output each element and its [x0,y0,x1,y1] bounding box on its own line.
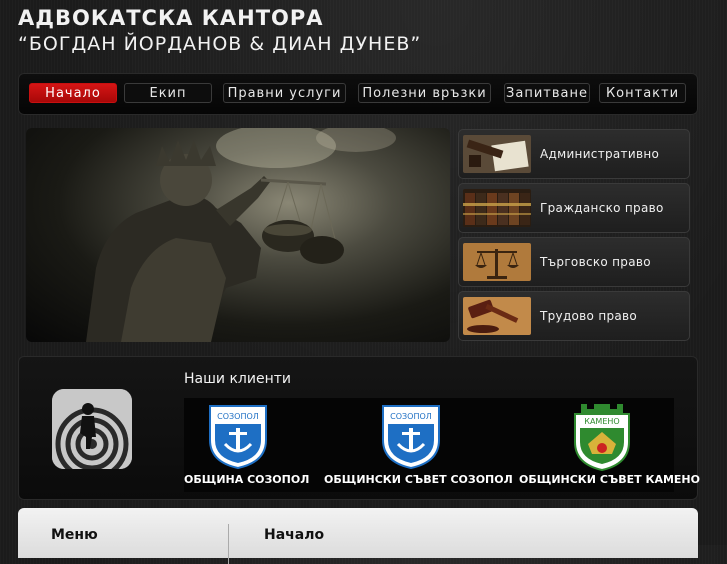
clients-strip: СОЗОПОЛ ОБЩИНА СОЗОПОЛ СОЗОПОЛ ОБЩИНСКИ … [184,398,700,492]
nav-contacts[interactable]: Контакти [599,83,686,103]
nav-team[interactable]: Екип [124,83,212,103]
category-label: Търговско право [540,255,651,269]
category-labor-law[interactable]: Трудово право [458,291,690,341]
sozopol-crest-icon: СОЗОПОЛ [382,405,440,470]
svg-text:СОЗОПОЛ: СОЗОПОЛ [390,412,432,421]
client-kameno-council[interactable]: КАМЕНО ОБЩИНСКИ СЪВЕТ КАМЕНО [519,398,700,492]
sozopol-crest-icon: СОЗОПОЛ [209,405,267,470]
kameno-crest-icon: КАМЕНО [574,404,630,472]
page-heading: Начало [264,527,325,543]
site-title: АДВОКАТСКА КАНТОРА [18,6,324,30]
hero-lady-justice-image [26,128,450,342]
nav-home[interactable]: Начало [29,83,117,103]
client-sozopol-council[interactable]: СОЗОПОЛ ОБЩИНСКИ СЪВЕТ СОЗОПОЛ [324,398,513,492]
category-label: Гражданско право [540,201,664,215]
document-gavel-icon [463,135,531,173]
category-civil-law[interactable]: Гражданско право [458,183,690,233]
category-commercial-law[interactable]: Търговско право [458,237,690,287]
scales-icon [463,243,531,281]
law-books-icon [463,189,531,227]
category-label: Трудово право [540,309,638,323]
divider [228,524,229,564]
client-sozopol-municipality[interactable]: СОЗОПОЛ ОБЩИНА СОЗОПОЛ [184,398,310,492]
client-caption: ОБЩИНСКИ СЪВЕТ КАМЕНО [519,473,700,486]
nav-inquiry[interactable]: Запитване [504,83,590,103]
nav-legal-services[interactable]: Правни услуги [223,83,346,103]
category-label: Административно право [540,147,660,211]
main-nav: Начало Екип Правни услуги Полезни връзки… [18,73,698,115]
client-caption: ОБЩИНА СОЗОПОЛ [184,473,310,486]
clients-title: Наши клиенти [184,371,291,387]
category-administrative-law[interactable]: Административно право [458,129,690,211]
gavel-icon [463,297,531,335]
target-figure-icon [52,389,132,469]
sidebar-menu-heading: Меню [51,527,98,543]
nav-useful-links[interactable]: Полезни връзки [358,83,491,103]
client-caption: ОБЩИНСКИ СЪВЕТ СОЗОПОЛ [324,473,513,486]
site-header: АДВОКАТСКА КАНТОРА “БОГДАН ЙОРДАНОВ & ДИ… [18,8,421,54]
svg-text:КАМЕНО: КАМЕНО [584,417,619,426]
content-panel: Меню Начало [18,508,698,564]
site-subtitle: “БОГДАН ЙОРДАНОВ & ДИАН ДУНЕВ” [18,33,422,55]
clients-section: Наши клиенти СОЗОПОЛ ОБЩИНА СОЗОПОЛ СОЗО… [18,356,700,500]
svg-text:СОЗОПОЛ: СОЗОПОЛ [217,412,259,421]
